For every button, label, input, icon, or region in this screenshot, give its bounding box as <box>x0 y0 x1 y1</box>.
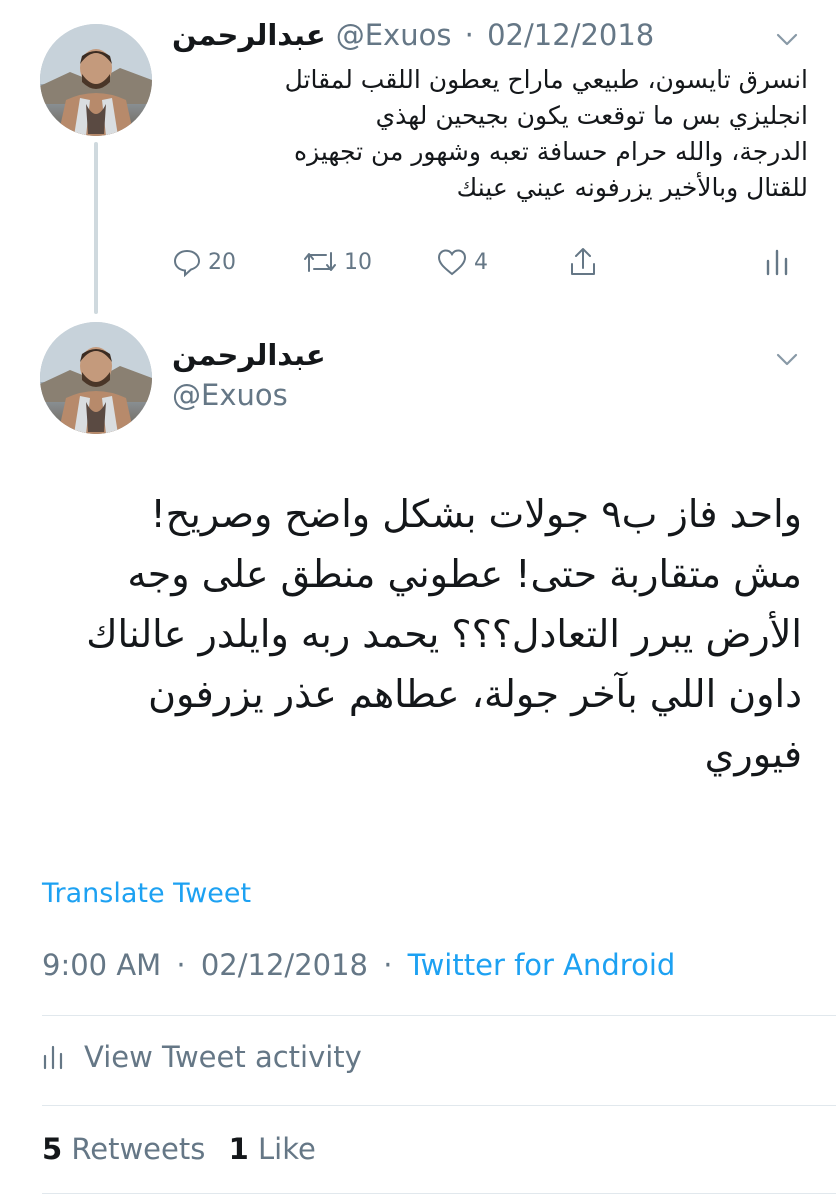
like-count: 4 <box>474 249 488 275</box>
view-tweet-activity-label: View Tweet activity <box>84 1040 362 1074</box>
likes-count: 1 <box>228 1132 249 1166</box>
tweet-text-line: فيوري <box>704 732 802 776</box>
tweet-text-line: للقتال وبالأخير يزرفونه عيني عينك <box>456 173 808 202</box>
tweet-menu-button[interactable] <box>774 26 800 56</box>
retweets-label: Retweets <box>71 1132 206 1166</box>
likes-label: Like <box>257 1132 316 1166</box>
divider <box>42 1015 836 1016</box>
tweet-text-line: الأرض يبرر التعادل؟؟؟ يحمد ربه وايلدر عا… <box>86 612 802 656</box>
tweet-text-line: داون اللي بآخر جولة، عطاهم عذر يزرفون <box>148 672 802 716</box>
analytics-button[interactable] <box>764 247 796 277</box>
analytics-icon <box>766 249 788 276</box>
display-name[interactable]: عبدالرحمن <box>172 338 326 372</box>
tweet-text-line: انسرق تايسون، طبيعي ماراح يعطون اللقب لم… <box>284 65 808 94</box>
like-icon <box>437 249 467 276</box>
tweet-menu-button[interactable] <box>774 346 800 376</box>
tweet-actions: 20 10 4 <box>172 244 802 280</box>
tweet-text-line: الدرجة، والله حرام حسافة تعبه وشهور من ت… <box>293 137 808 166</box>
retweets-count: 5 <box>42 1132 63 1166</box>
analytics-icon <box>43 1045 63 1070</box>
separator-dot: · <box>383 948 393 982</box>
view-tweet-activity-button[interactable]: View Tweet activity <box>42 1040 362 1074</box>
reply-button[interactable]: 20 <box>172 247 236 277</box>
tweet-text-line: واحد فاز ب٩ جولات بشكل واضح وصريح! <box>150 492 802 536</box>
tweet-text-line: مش متقاربة حتى! عطوني منطق على وجه <box>127 552 802 596</box>
likes-stat[interactable]: 1 Like <box>229 1132 316 1166</box>
avatar[interactable] <box>40 322 152 434</box>
retweet-icon <box>304 252 336 272</box>
reply-icon <box>173 249 201 277</box>
separator-dot: · <box>464 18 474 52</box>
user-handle[interactable]: @Exuos <box>336 18 452 52</box>
retweets-stat[interactable]: 5 Retweets <box>42 1132 215 1166</box>
tweet-source-link[interactable]: Twitter for Android <box>408 948 676 982</box>
display-name[interactable]: عبدالرحمن <box>172 18 326 52</box>
tweet-date: 02/12/2018 <box>200 948 369 982</box>
tweet-time: 9:00 AM <box>42 948 162 982</box>
tweet1-header: عبدالرحمن @Exuos · 02/12/2018 <box>172 18 772 52</box>
like-button[interactable]: 4 <box>436 247 488 277</box>
separator-dot: · <box>176 948 186 982</box>
thread-line <box>94 142 98 314</box>
share-icon <box>571 248 595 275</box>
chevron-down-icon <box>776 33 798 46</box>
avatar[interactable] <box>40 24 152 136</box>
tweet1-text: انسرق تايسون، طبيعي ماراح يعطون اللقب لم… <box>172 62 808 206</box>
retweet-count: 10 <box>344 249 372 275</box>
share-button[interactable] <box>568 246 604 278</box>
divider <box>42 1193 836 1194</box>
reply-count: 20 <box>208 249 236 275</box>
chevron-down-icon <box>776 353 798 366</box>
divider <box>42 1105 836 1106</box>
tweet-meta: 9:00 AM · 02/12/2018 · Twitter for Andro… <box>42 948 675 982</box>
retweet-button[interactable]: 10 <box>302 247 372 277</box>
tweet-stats: 5 Retweets 1 Like <box>42 1132 316 1166</box>
tweet-date[interactable]: 02/12/2018 <box>487 18 654 52</box>
user-handle[interactable]: @Exuos <box>172 378 288 412</box>
tweet-text-line: انجليزي بس ما توقعت يكون بجيحين لهذي <box>375 101 808 130</box>
tweet2-text: واحد فاز ب٩ جولات بشكل واضح وصريح! مش مت… <box>30 484 802 784</box>
translate-tweet-link[interactable]: Translate Tweet <box>42 878 251 909</box>
